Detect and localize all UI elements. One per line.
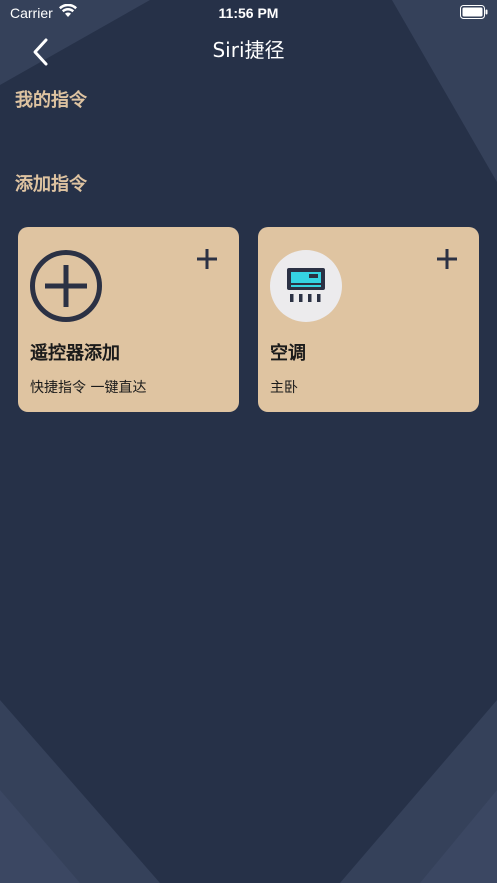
plus-circle-icon: [30, 250, 102, 322]
navigation-bar: Siri捷径: [0, 26, 497, 74]
card-title: 空调: [270, 343, 306, 364]
device-icon-badge: [270, 250, 342, 322]
card-title: 遥控器添加: [30, 343, 120, 364]
air-conditioner-icon: [287, 268, 325, 302]
section-add-commands-title: 添加指令: [15, 174, 87, 195]
remote-add-card[interactable]: 遥控器添加 快捷指令 一键直达: [18, 227, 239, 412]
card-subtitle: 快捷指令 一键直达: [30, 380, 147, 396]
page-title: Siri捷径: [212, 38, 285, 62]
battery-icon: [460, 5, 488, 19]
plus-icon[interactable]: [195, 247, 219, 271]
background-pattern: [0, 0, 497, 883]
section-my-commands-title: 我的指令: [15, 90, 87, 111]
air-conditioner-card[interactable]: 空调 主卧: [258, 227, 479, 412]
status-time: 11:56 PM: [218, 5, 279, 21]
card-subtitle: 主卧: [270, 380, 298, 396]
status-bar: Carrier 11:56 PM: [0, 0, 497, 26]
plus-icon[interactable]: [435, 247, 459, 271]
